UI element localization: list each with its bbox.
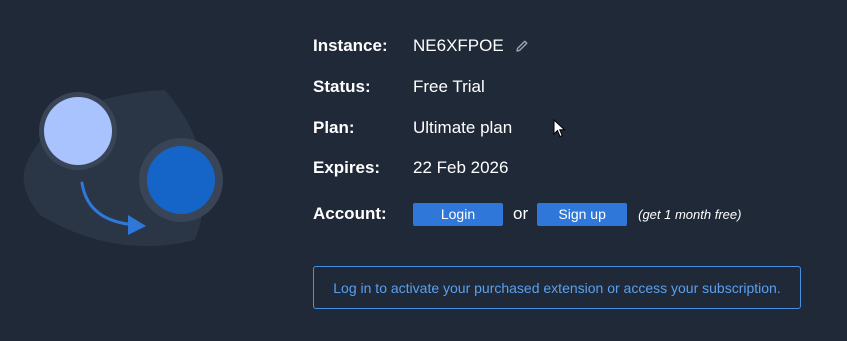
status-row: Status: Free Trial [313,75,485,99]
plan-row: Plan: Ultimate plan [313,116,512,140]
status-label: Status: [313,77,371,96]
instance-label: Instance: [313,36,388,55]
free-month-note: (get 1 month free) [638,206,742,222]
login-notice-text: Log in to activate your purchased extens… [333,279,781,296]
login-notice-box: Log in to activate your purchased extens… [313,266,801,309]
expires-value: 22 Feb 2026 [413,158,509,177]
status-value: Free Trial [413,77,485,96]
or-text: or [513,204,529,223]
plan-label: Plan: [313,118,355,137]
instance-value-group: NE6XFPOE [413,36,529,56]
account-label: Account: [313,204,387,223]
mouse-cursor-icon [553,118,567,139]
switch-user-illustration-icon [23,90,223,247]
pencil-icon[interactable] [515,39,529,53]
login-button[interactable]: Login [413,202,503,226]
account-row: Account: Login or Sign up (get 1 month f… [313,202,741,226]
instance-value: NE6XFPOE [413,36,504,55]
plan-value: Ultimate plan [413,118,513,137]
account-switch-illustration [20,85,230,250]
expires-label: Expires: [313,158,381,177]
expires-row: Expires: 22 Feb 2026 [313,156,508,180]
instance-row: Instance: NE6XFPOE [313,34,529,58]
sign-up-button[interactable]: Sign up [537,202,628,226]
